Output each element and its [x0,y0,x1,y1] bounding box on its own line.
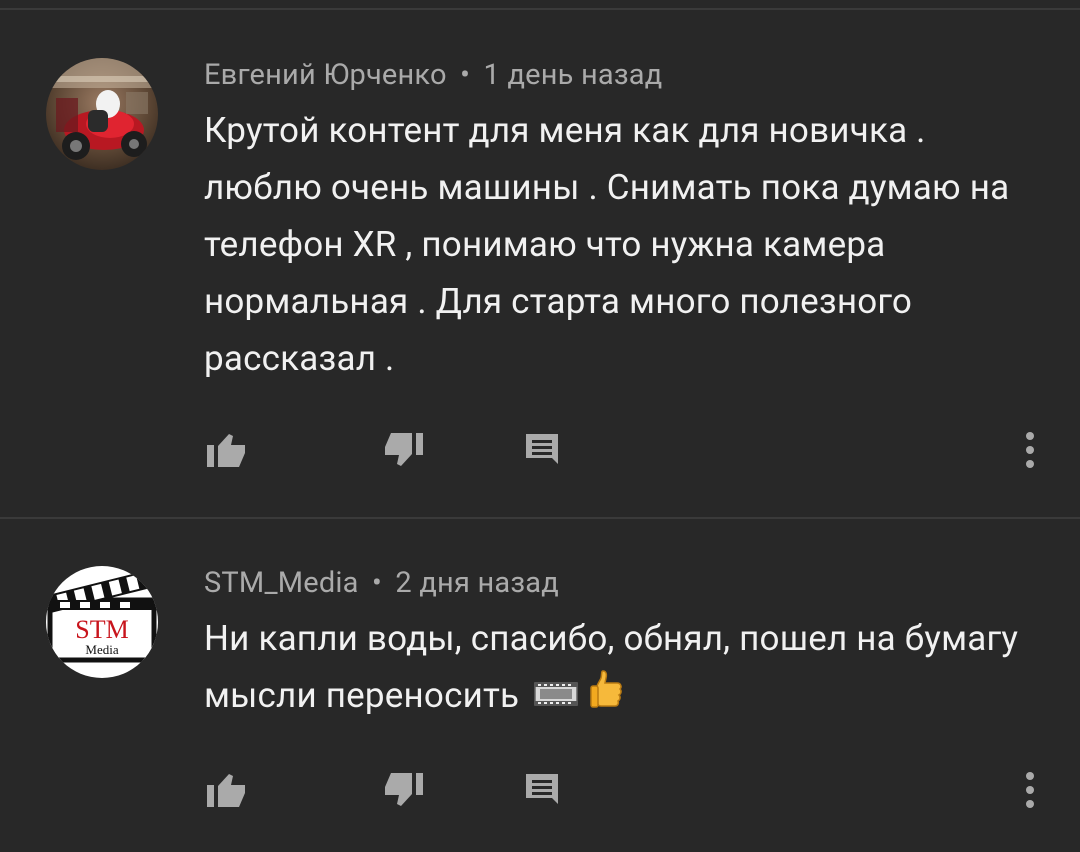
more-options-button[interactable] [1000,760,1060,820]
comment-actions [0,420,1080,480]
author-name[interactable]: Евгений Юрченко [204,58,447,92]
more-vertical-icon [1026,772,1034,808]
thumbs-up-icon [207,434,245,467]
comment-timestamp[interactable]: 2 дня назад [395,566,559,600]
avatar-logo-text: STM [75,615,128,644]
thumbs-down-icon [385,773,423,806]
like-button[interactable] [196,420,256,480]
comment-meta: STM_Media • 2 дня назад [204,566,559,600]
thumbs-up-emoji [589,669,623,726]
top-divider [0,8,1080,10]
motorcycle-photo-avatar [46,58,158,170]
reply-comment-icon [526,434,558,464]
more-vertical-icon [1026,432,1034,468]
reply-comment-icon [526,774,558,804]
avatar[interactable]: STM Media [46,566,158,678]
comment-timestamp[interactable]: 1 день назад [484,58,663,92]
stm-media-logo-avatar: STM Media [46,566,158,678]
comments-page: Евгений Юрченко • 1 день назад Крутой ко… [0,0,1080,852]
reply-button[interactable] [512,420,572,480]
thumbs-down-icon [385,433,423,466]
thumbs-up-icon [207,774,245,807]
dislike-button[interactable] [374,420,434,480]
comment-divider [0,517,1080,519]
film-frames-emoji [534,669,578,726]
comment-meta: Евгений Юрченко • 1 день назад [204,58,662,92]
comment-actions [0,760,1080,820]
meta-separator: • [460,58,471,92]
avatar-logo-subtext: Media [85,642,118,657]
author-name[interactable]: STM_Media [204,566,359,600]
more-options-button[interactable] [1000,420,1060,480]
comment-text: Ни капли воды, спасибо, обнял, пошел на … [204,610,1024,726]
reply-button[interactable] [512,760,572,820]
like-button[interactable] [196,760,256,820]
dislike-button[interactable] [374,760,434,820]
avatar[interactable] [46,58,158,170]
comment-text: Крутой контент для меня как для новичка … [204,110,1010,379]
meta-separator: • [372,566,383,600]
